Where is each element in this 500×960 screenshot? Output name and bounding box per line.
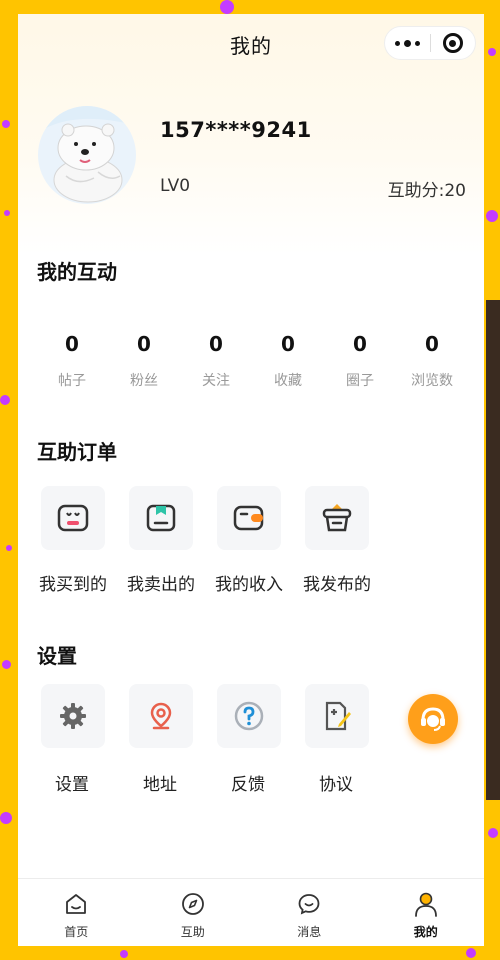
settings-grid: 设置 地址 反馈 协议 [37, 684, 389, 795]
user-icon [413, 891, 439, 917]
user-phone: 157****9241 [160, 118, 312, 142]
customer-service-button[interactable] [408, 694, 458, 744]
agreement-item[interactable]: 协议 [301, 684, 389, 795]
tile-label: 地址 [143, 775, 177, 795]
mini-program-capsule [384, 26, 476, 60]
tab-label: 消息 [297, 925, 322, 939]
tile-label: 我买到的 [39, 575, 107, 595]
home-icon [63, 891, 89, 917]
stat-value: 0 [281, 332, 295, 356]
feedback-item[interactable]: 反馈 [213, 684, 301, 795]
address-item[interactable]: 地址 [125, 684, 213, 795]
stat-value: 0 [137, 332, 151, 356]
stat-value: 0 [65, 332, 79, 356]
avatar[interactable] [38, 106, 136, 204]
tab-label: 互助 [180, 925, 205, 939]
tile-label: 我发布的 [303, 575, 371, 595]
stat-fans[interactable]: 0 粉丝 [108, 332, 180, 390]
tab-mine[interactable]: 我的 [368, 879, 485, 946]
order-published[interactable]: 我发布的 [301, 486, 389, 595]
tab-mutual-aid[interactable]: 互助 [135, 879, 252, 946]
section-title-orders: 互助订单 [37, 440, 117, 464]
order-income[interactable]: 我的收入 [213, 486, 301, 595]
tile-label: 我的收入 [215, 575, 283, 595]
stat-views[interactable]: 0 浏览数 [396, 332, 468, 390]
tile-label: 我卖出的 [127, 575, 195, 595]
wallet-icon [217, 486, 281, 550]
gear-icon [41, 684, 105, 748]
tab-home[interactable]: 首页 [18, 879, 135, 946]
tab-messages[interactable]: 消息 [251, 879, 368, 946]
headset-icon [421, 707, 445, 731]
app-screen: 我的 157****9241 LV0 互助分:20 我的互动 0 帖子 0 粉丝… [18, 14, 484, 946]
section-title-interaction: 我的互动 [37, 260, 117, 284]
location-icon [129, 684, 193, 748]
compass-icon [180, 891, 206, 917]
bought-icon [41, 486, 105, 550]
order-sold[interactable]: 我卖出的 [125, 486, 213, 595]
stat-circles[interactable]: 0 圈子 [324, 332, 396, 390]
tab-bar: 首页 互助 消息 我的 [18, 878, 484, 946]
stat-label: 关注 [202, 373, 230, 389]
message-icon [296, 891, 322, 917]
stat-value: 0 [353, 332, 367, 356]
stat-label: 收藏 [274, 373, 302, 389]
question-icon [217, 684, 281, 748]
stat-label: 帖子 [58, 373, 86, 389]
stat-label: 粉丝 [130, 373, 158, 389]
mutual-aid-points: 互助分:20 [387, 181, 466, 201]
tab-label: 首页 [64, 925, 89, 939]
document-edit-icon [305, 684, 369, 748]
tile-label: 反馈 [231, 775, 265, 795]
stat-value: 0 [209, 332, 223, 356]
stat-label: 圈子 [346, 373, 374, 389]
tab-label: 我的 [413, 925, 438, 939]
interaction-stats: 0 帖子 0 粉丝 0 关注 0 收藏 0 圈子 0 浏览数 [36, 332, 468, 390]
stat-posts[interactable]: 0 帖子 [36, 332, 108, 390]
stat-following[interactable]: 0 关注 [180, 332, 252, 390]
section-title-settings: 设置 [37, 644, 77, 668]
orders-grid: 我买到的 我卖出的 我的收入 我发布的 [37, 486, 389, 595]
stat-favorites[interactable]: 0 收藏 [252, 332, 324, 390]
more-icon[interactable] [385, 27, 430, 59]
basket-icon [305, 486, 369, 550]
stat-label: 浏览数 [411, 373, 453, 389]
sold-icon [129, 486, 193, 550]
tile-label: 协议 [319, 775, 353, 795]
tile-label: 设置 [55, 775, 89, 795]
stat-value: 0 [425, 332, 439, 356]
close-icon[interactable] [430, 27, 475, 59]
order-bought[interactable]: 我买到的 [37, 486, 125, 595]
user-level: LV0 [160, 176, 191, 196]
settings-item[interactable]: 设置 [37, 684, 125, 795]
